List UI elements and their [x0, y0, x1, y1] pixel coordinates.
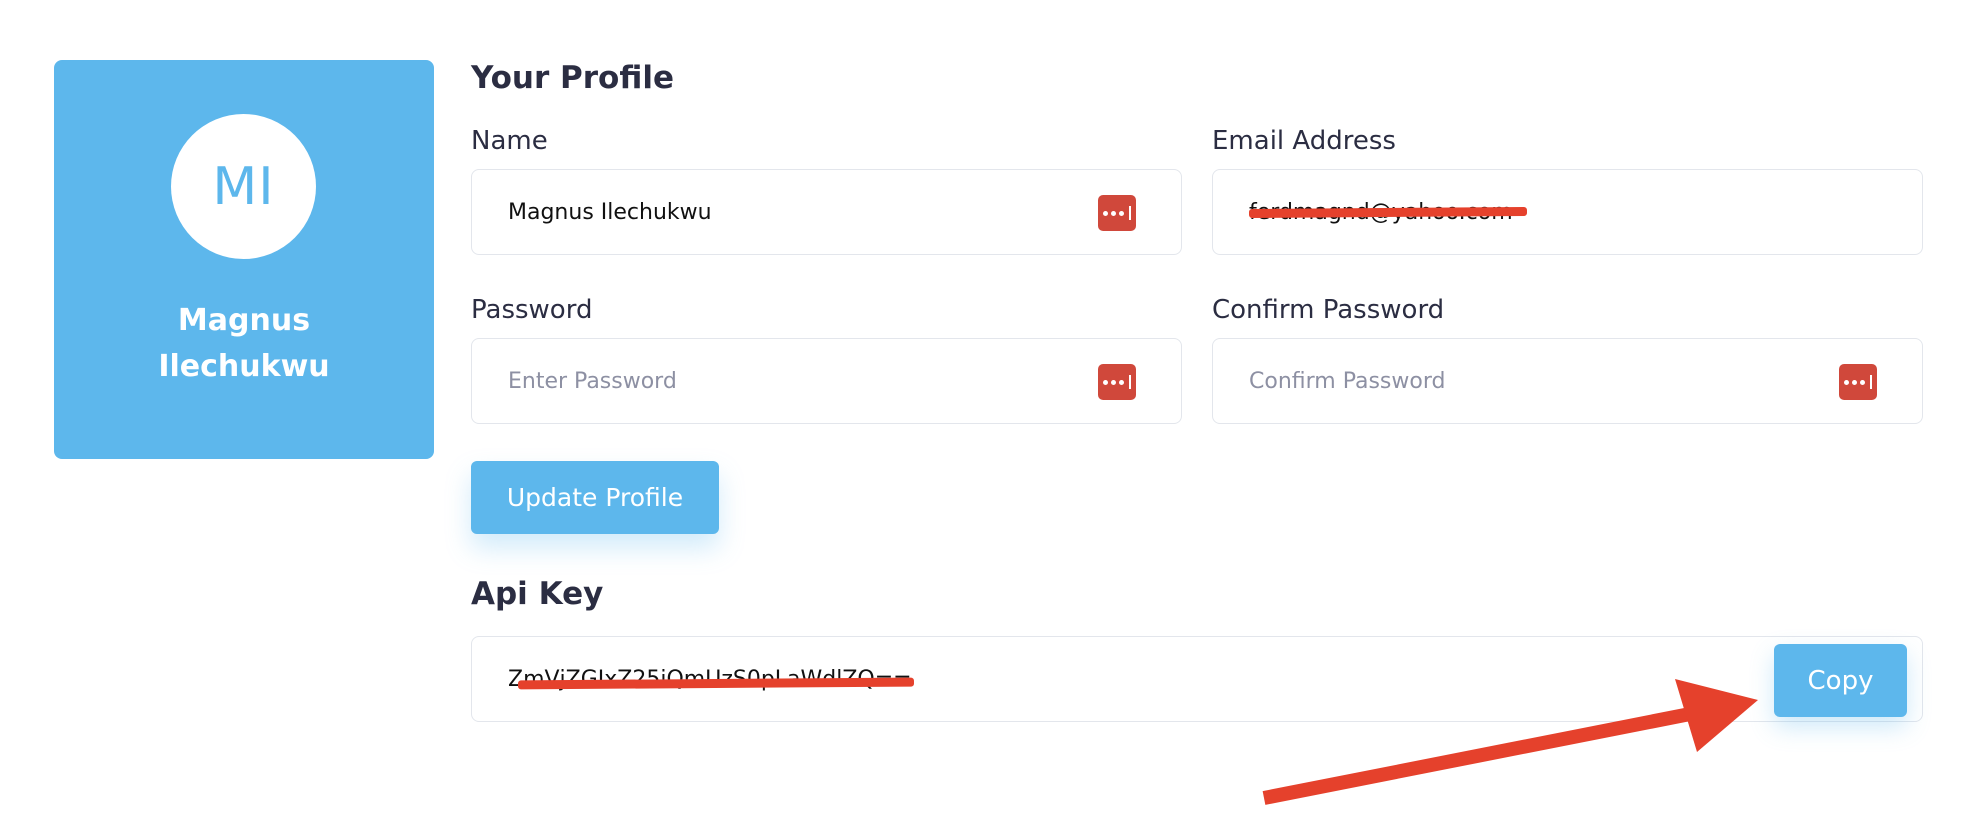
- profile-card: MI Magnus Ilechukwu: [54, 60, 434, 459]
- name-field[interactable]: [508, 170, 1068, 254]
- profile-page: MI Magnus Ilechukwu Your Profile Name Em…: [0, 0, 1970, 840]
- password-dots-icon[interactable]: [1098, 364, 1136, 400]
- password-dots-icon[interactable]: [1098, 195, 1136, 231]
- confirm-password-field-box: [1212, 338, 1923, 424]
- email-field-box: [1212, 169, 1923, 255]
- update-profile-button[interactable]: Update Profile: [471, 461, 719, 534]
- password-field-box: [471, 338, 1182, 424]
- confirm-password-label: Confirm Password: [1212, 295, 1445, 325]
- email-label: Email Address: [1212, 126, 1396, 156]
- password-field[interactable]: [508, 339, 1068, 423]
- avatar: MI: [171, 114, 316, 259]
- api-key-box: [471, 636, 1923, 722]
- page-title: Your Profile: [471, 60, 674, 96]
- api-key-title: Api Key: [471, 576, 604, 612]
- name-label: Name: [471, 126, 548, 156]
- password-dots-icon[interactable]: [1839, 364, 1877, 400]
- copy-button[interactable]: Copy: [1774, 644, 1907, 717]
- password-label: Password: [471, 295, 593, 325]
- confirm-password-field[interactable]: [1249, 339, 1809, 423]
- name-field-box: [471, 169, 1182, 255]
- profile-card-name: Magnus Ilechukwu: [158, 303, 330, 384]
